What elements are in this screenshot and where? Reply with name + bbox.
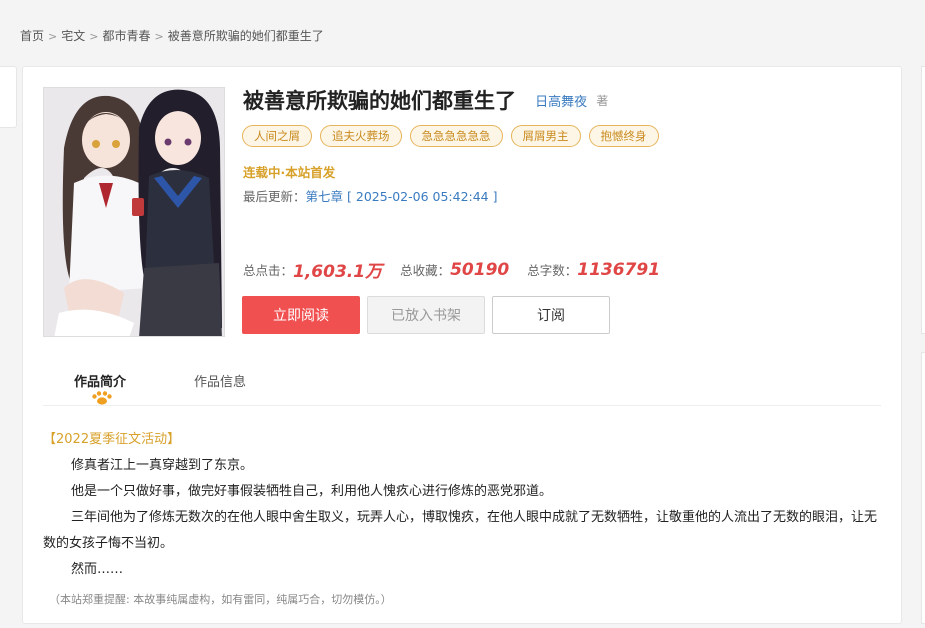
breadcrumb-subcategory[interactable]: 都市青春 [102, 29, 150, 43]
paw-indicator-icon [92, 391, 112, 405]
tag[interactable]: 急急急急急急 [409, 125, 503, 147]
intro-paragraph: 然而…… [71, 562, 124, 577]
tab-intro[interactable]: 作品简介 [74, 371, 126, 390]
last-update: 最后更新：第七章[ 2025-02-06 05:42:44 ] [243, 186, 498, 205]
tag[interactable]: 抱憾终身 [588, 125, 659, 147]
book-introduction: 【2022夏季征文活动】 修真者江上一真穿越到了东京。 他是一个只做好事，做完好… [43, 427, 883, 613]
breadcrumb-separator: > [154, 30, 164, 43]
last-update-label: 最后更新： [243, 189, 306, 204]
serial-status: 连载中·本站首发 [243, 165, 336, 180]
action-buttons: 立即阅读 已放入书架 订阅 [242, 296, 610, 334]
book-stats: 总点击：1,603.1万 总收藏：50190 总字数：1136791 [243, 257, 674, 283]
intro-paragraph: 修真者江上一真穿越到了东京。 [71, 458, 254, 473]
author-suffix: 著 [596, 93, 609, 108]
breadcrumb-home[interactable]: 首页 [20, 29, 44, 43]
favorites-value: 50190 [450, 259, 510, 280]
breadcrumb: 首页 > 宅文 > 都市青春 > 被善意所欺骗的她们都重生了 [20, 27, 324, 44]
disclaimer-note: （本站郑重提醒: 本故事纯属虚构，如有雷同，纯属巧合，切勿模仿。） [49, 593, 392, 606]
subscribe-button[interactable]: 订阅 [492, 296, 610, 334]
tab-bar: 作品简介 作品信息 [43, 361, 881, 406]
breadcrumb-separator: > [89, 30, 99, 43]
tag-list: 人间之屑 追夫火葬场 急急急急急急 屑屑男主 抱憾终身 [242, 125, 659, 147]
activity-label: 【2022夏季征文活动】 [43, 432, 181, 447]
add-to-shelf-button[interactable]: 已放入书架 [367, 296, 485, 334]
left-side-panel-edge [0, 66, 17, 128]
tab-info[interactable]: 作品信息 [194, 371, 246, 390]
tag[interactable]: 追夫火葬场 [320, 125, 402, 147]
book-title: 被善意所欺骗的她们都重生了 [243, 89, 516, 113]
breadcrumb-current: 被善意所欺骗的她们都重生了 [167, 29, 324, 43]
words-label: 总字数： [527, 263, 578, 278]
author-link[interactable]: 日高舞夜 [535, 95, 587, 110]
favorites-label: 总收藏： [400, 263, 451, 278]
book-detail-card: 被善意所欺骗的她们都重生了 日高舞夜 著 人间之屑 追夫火葬场 急急急急急急 屑… [22, 66, 902, 624]
right-side-panel-edge-lower [921, 352, 925, 624]
tag[interactable]: 屑屑男主 [510, 125, 581, 147]
cover-illustration [44, 88, 224, 336]
read-now-button[interactable]: 立即阅读 [242, 296, 360, 334]
breadcrumb-category[interactable]: 宅文 [61, 29, 85, 43]
breadcrumb-separator: > [48, 30, 58, 43]
intro-paragraph: 三年间他为了修炼无数次的在他人眼中舍生取义，玩弄人心，博取愧疚，在他人眼中成就了… [43, 510, 878, 551]
title-row: 被善意所欺骗的她们都重生了 日高舞夜 著 [243, 85, 608, 115]
tag[interactable]: 人间之屑 [242, 125, 312, 147]
intro-paragraph: 他是一个只做好事，做完好事假装牺牲自己，利用他人愧疚心进行修炼的恶党邪道。 [71, 484, 553, 499]
book-cover-image[interactable] [43, 87, 225, 337]
clicks-value: 1,603.1万 [293, 262, 383, 282]
right-side-panel-edge [921, 66, 925, 334]
words-value: 1136791 [577, 259, 661, 280]
update-time: [ 2025-02-06 05:42:44 ] [347, 189, 498, 204]
latest-chapter-link[interactable]: 第七章 [306, 189, 344, 204]
clicks-label: 总点击： [243, 263, 294, 278]
